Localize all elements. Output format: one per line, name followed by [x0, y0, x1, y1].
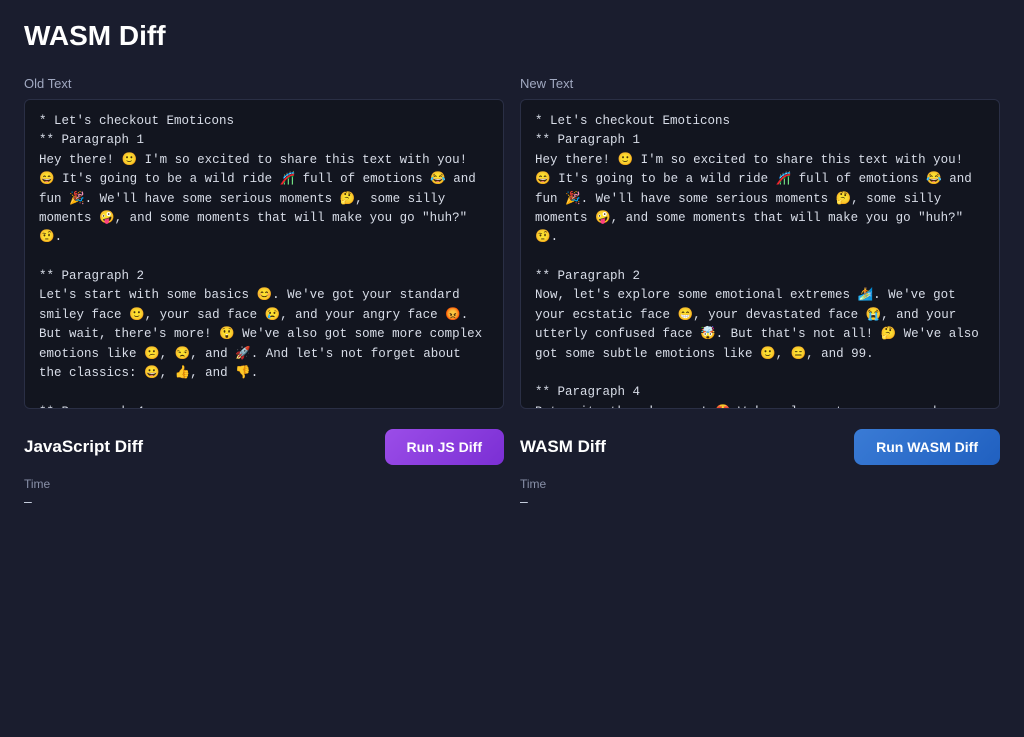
- js-diff-panel: JavaScript Diff Run JS Diff Time –: [24, 429, 504, 509]
- wasm-diff-header: WASM Diff Run WASM Diff: [520, 429, 1000, 465]
- run-js-diff-button[interactable]: Run JS Diff: [385, 429, 504, 465]
- diff-actions-section: JavaScript Diff Run JS Diff Time – WASM …: [24, 429, 1000, 509]
- app-title: WASM Diff: [24, 20, 1000, 52]
- wasm-time-value: –: [520, 493, 1000, 509]
- wasm-diff-panel: WASM Diff Run WASM Diff Time –: [520, 429, 1000, 509]
- new-text-label: New Text: [520, 76, 1000, 91]
- old-text-input[interactable]: [24, 99, 504, 409]
- text-inputs-section: Old Text New Text: [24, 76, 1000, 409]
- wasm-diff-title: WASM Diff: [520, 437, 606, 457]
- old-text-label: Old Text: [24, 76, 504, 91]
- new-text-panel: New Text: [520, 76, 1000, 409]
- js-time-label: Time: [24, 477, 504, 491]
- wasm-time-label: Time: [520, 477, 1000, 491]
- js-time-value: –: [24, 493, 504, 509]
- run-wasm-diff-button[interactable]: Run WASM Diff: [854, 429, 1000, 465]
- js-diff-title: JavaScript Diff: [24, 437, 143, 457]
- old-text-panel: Old Text: [24, 76, 504, 409]
- new-text-input[interactable]: [520, 99, 1000, 409]
- js-diff-header: JavaScript Diff Run JS Diff: [24, 429, 504, 465]
